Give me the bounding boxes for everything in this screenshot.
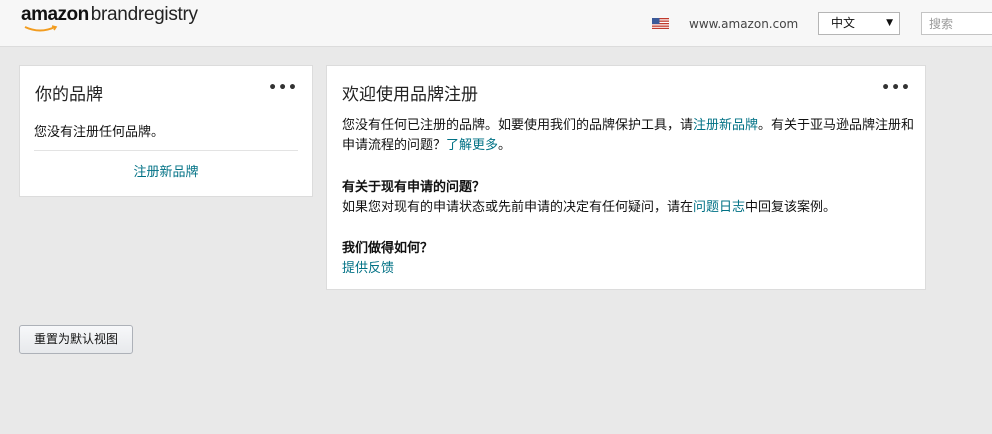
section2-text-1: 如果您对现有的申请状态或先前申请的决定有任何疑问，请在 [342, 200, 694, 215]
intro-paragraph: 您没有任何已注册的品牌。如要使用我们的品牌保护工具，请注册新品牌。有关于亚马逊品… [342, 116, 917, 156]
provide-feedback-link[interactable]: 提供反馈 [342, 261, 394, 276]
feedback-heading: 我们做得如何？ [342, 241, 434, 256]
top-bar: amazon brandregistry www.amazon.com 中文 ▼ [0, 0, 992, 47]
language-selected-value: 中文 [831, 16, 856, 30]
intro-text-3: 。 [498, 138, 512, 153]
no-brands-text: 您没有注册任何品牌。 [34, 125, 165, 140]
your-brands-card: 你的品牌 ••• 您没有注册任何品牌。 注册新品牌 [19, 65, 313, 197]
register-new-brand-link[interactable]: 注册新品牌 [20, 161, 312, 180]
more-options-icon[interactable]: ••• [881, 80, 911, 96]
logo-amazon-text: amazon [21, 4, 89, 25]
amazon-site-link[interactable]: www.amazon.com [689, 17, 798, 31]
language-select[interactable]: 中文 ▼ [818, 12, 900, 35]
amazon-smile-icon [24, 25, 58, 32]
welcome-title: 欢迎使用品牌注册 [342, 85, 478, 105]
dropdown-arrow-icon: ▼ [886, 18, 893, 28]
divider [34, 150, 298, 151]
more-options-icon[interactable]: ••• [268, 80, 298, 96]
learn-more-link[interactable]: 了解更多 [446, 138, 498, 153]
us-flag-icon[interactable] [652, 18, 669, 29]
welcome-card: 欢迎使用品牌注册 ••• 您没有任何已注册的品牌。如要使用我们的品牌保护工具，请… [326, 65, 926, 290]
search-input[interactable] [921, 12, 992, 35]
existing-applications-section: 有关于现有申请的问题？ 如果您对现有的申请状态或先前申请的决定有任何疑问，请在问… [342, 178, 917, 218]
existing-applications-text: 如果您对现有的申请状态或先前申请的决定有任何疑问，请在问题日志中回复该案例。 [342, 198, 917, 218]
amazon-brand-registry-logo[interactable]: amazon brandregistry [21, 4, 198, 36]
your-brands-title: 你的品牌 [35, 85, 103, 105]
reset-default-view-button[interactable]: 重置为默认视图 [19, 325, 133, 354]
feedback-section: 我们做得如何？ 提供反馈 [342, 239, 917, 279]
logo-brandregistry-text: brandregistry [90, 4, 198, 25]
section2-text-2: 中回复该案例。 [745, 200, 837, 215]
existing-applications-heading: 有关于现有申请的问题？ [342, 180, 486, 195]
case-log-link[interactable]: 问题日志 [693, 200, 745, 215]
register-new-brand-inline-link[interactable]: 注册新品牌 [693, 118, 758, 133]
intro-text-1: 您没有任何已注册的品牌。如要使用我们的品牌保护工具，请 [342, 118, 694, 133]
